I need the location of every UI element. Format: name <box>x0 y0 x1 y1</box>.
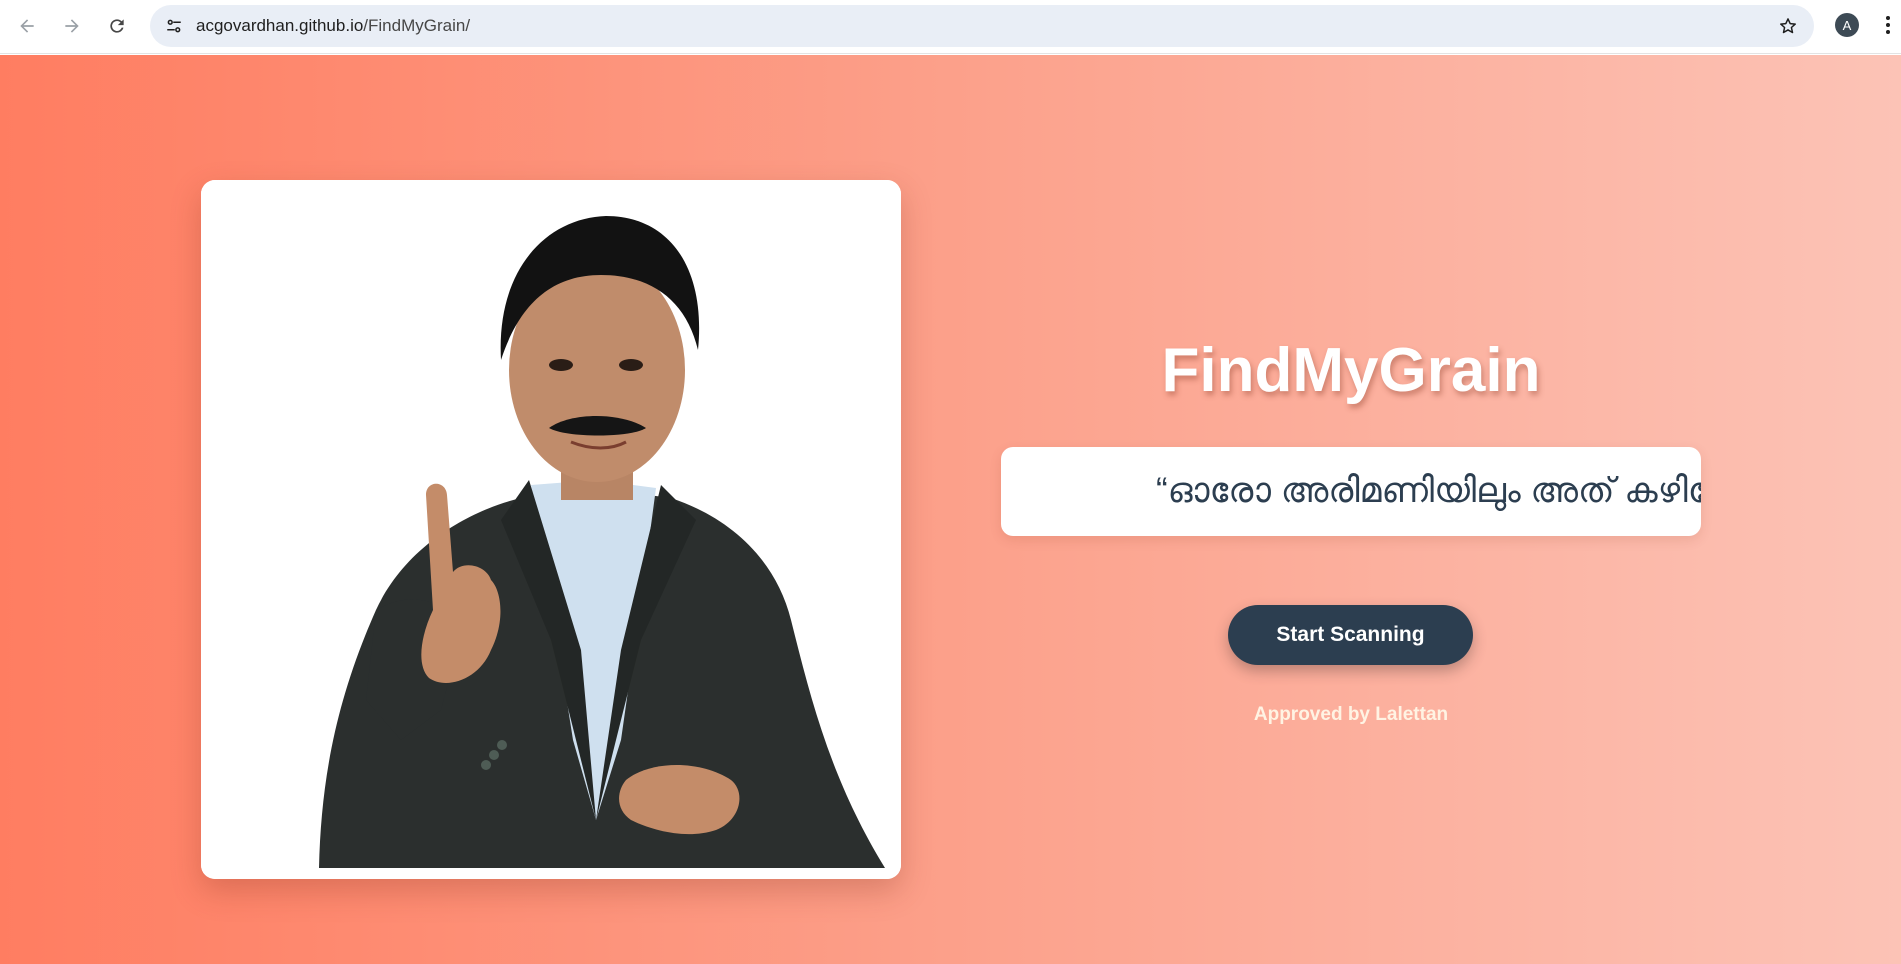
site-info-button[interactable] <box>160 12 188 40</box>
hero-person-image <box>201 180 901 879</box>
bookmark-button[interactable] <box>1776 14 1800 38</box>
reload-icon <box>110 19 124 33</box>
address-bar[interactable]: acgovardhan.github.io/FindMyGrain/ <box>150 5 1814 47</box>
site-info-icon <box>167 19 181 33</box>
quote-box: “ഓരോ അരിമണിയിലും അത് കഴിക്കേണ്ടവന്റെ പേര… <box>1001 447 1701 536</box>
hero-text-panel: FindMyGrain “ഓരോ അരിമണിയിലും അത് കഴിക്കേ… <box>1001 55 1701 964</box>
profile-avatar[interactable]: A <box>1835 13 1859 37</box>
approved-text: Approved by Lalettan <box>1253 704 1449 725</box>
browser-toolbar: acgovardhan.github.io/FindMyGrain/ A <box>0 0 1901 54</box>
start-scanning-button[interactable]: Start Scanning <box>1228 605 1473 665</box>
back-icon <box>20 19 34 33</box>
quote-text: “ഓരോ അരിമണിയിലും അത് കഴിക്കേണ്ടവന്റെ പേര… <box>1156 471 1701 510</box>
reload-button[interactable] <box>102 11 132 41</box>
forward-icon <box>65 19 79 33</box>
more-menu-button[interactable] <box>1882 13 1894 37</box>
page-viewport: FindMyGrain “ഓരോ അരിമണിയിലും അത് കഴിക്കേ… <box>0 55 1901 964</box>
bookmark-star-icon <box>1780 18 1796 34</box>
forward-button[interactable] <box>57 11 87 41</box>
page-title: FindMyGrain <box>1161 336 1541 405</box>
more-menu-icon <box>1886 16 1890 34</box>
back-button[interactable] <box>12 11 42 41</box>
url-host: acgovardhan.github.io <box>196 16 364 35</box>
url-path: /FindMyGrain/ <box>363 16 471 35</box>
hero-image-card <box>201 180 901 879</box>
url-text: acgovardhan.github.io/FindMyGrain/ <box>196 16 470 36</box>
